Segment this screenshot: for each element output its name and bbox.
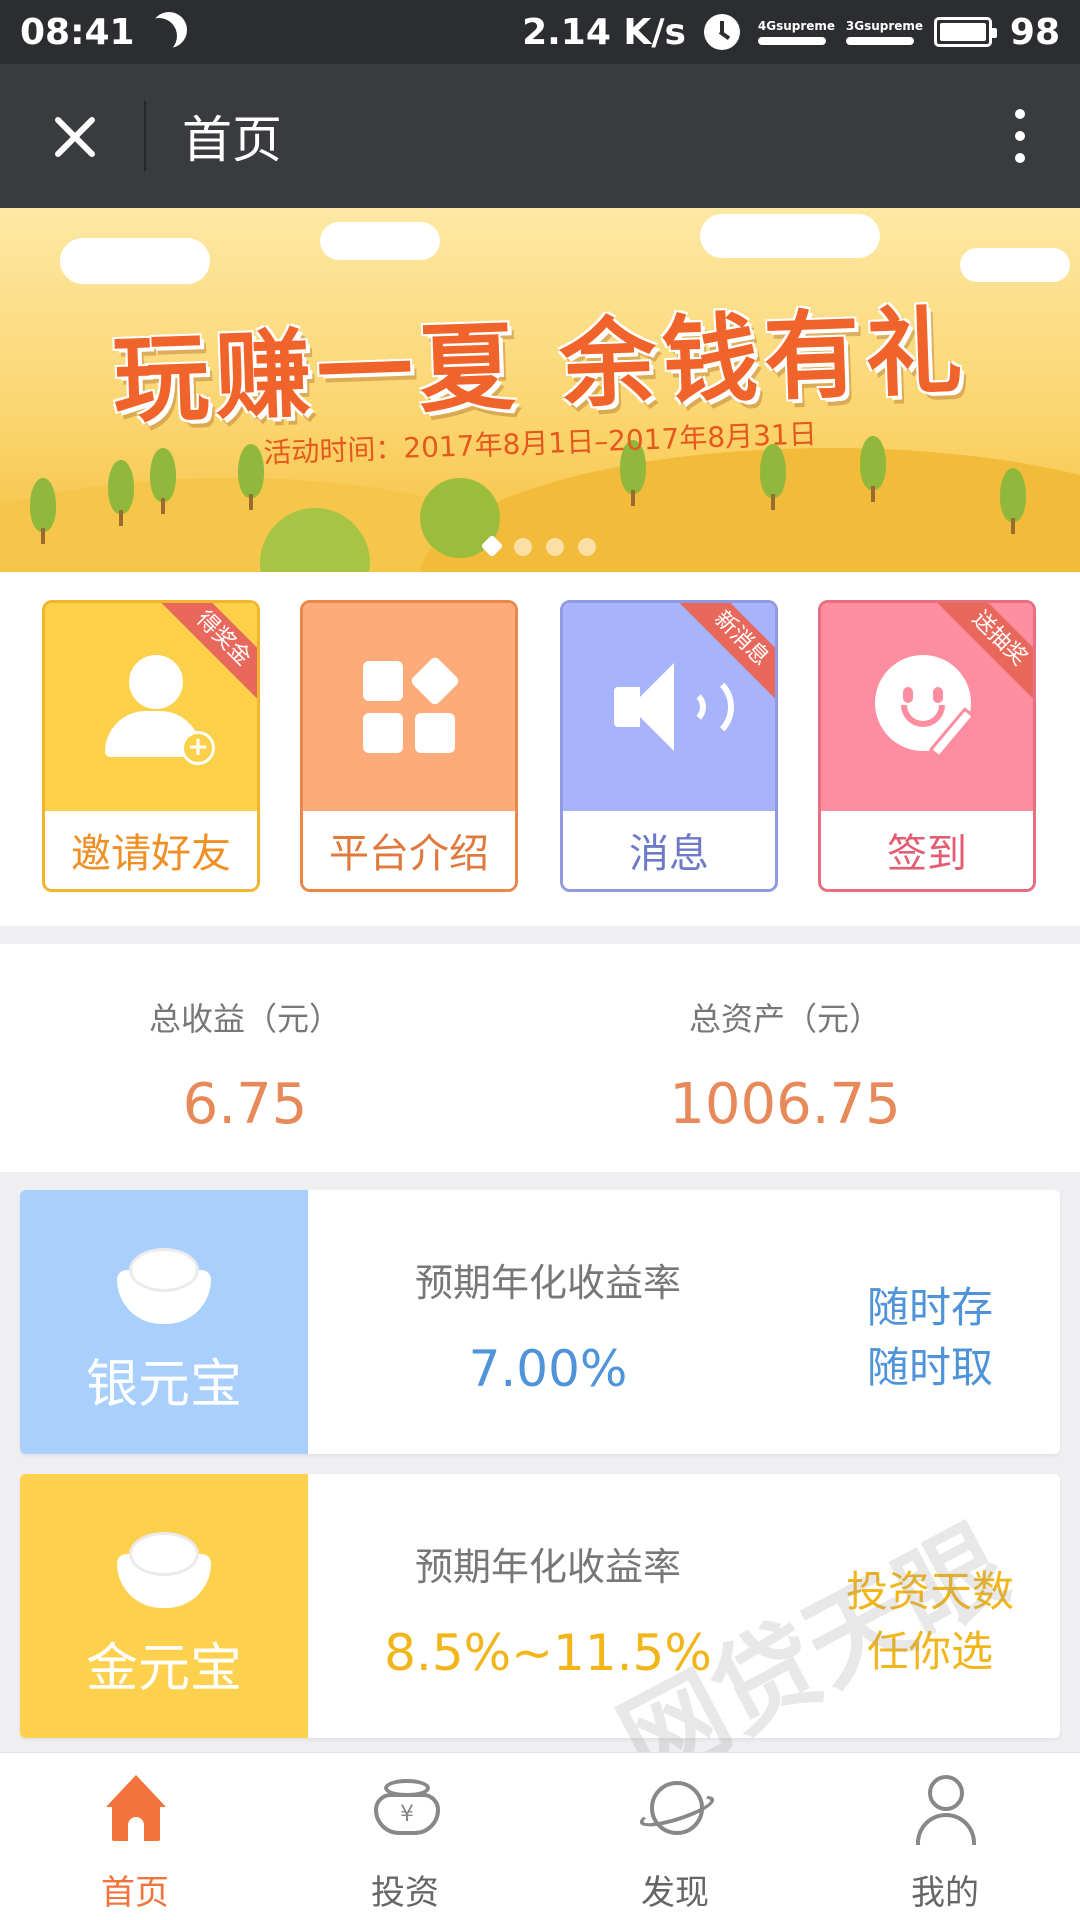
- product-badge: 银元宝: [20, 1190, 308, 1454]
- title-divider: [144, 101, 146, 171]
- signal-4g: 4Gsupreme: [757, 19, 835, 45]
- invite-friends-button[interactable]: + 得奖金 邀请好友: [42, 600, 260, 892]
- product-rate: 8.5%~11.5%: [384, 1624, 712, 1682]
- moon-icon: [141, 18, 177, 54]
- feature-grid: + 得奖金 邀请好友 平台介绍 新消息 消息 送抽奖 签到: [0, 572, 1080, 926]
- tree-decoration: [1000, 468, 1026, 534]
- status-indicators: 2.14 K/s 4Gsupreme 3Gsupreme 98: [522, 12, 1060, 53]
- total-income-value: 6.75: [182, 1072, 308, 1137]
- more-menu-button[interactable]: [980, 64, 1060, 208]
- product-card-silver[interactable]: 银元宝 预期年化收益率 7.00% 随时存 随时取: [20, 1190, 1060, 1454]
- total-assets-value: 1006.75: [669, 1072, 901, 1137]
- product-tagline: 投资天数 任你选: [800, 1562, 1060, 1682]
- tab-home[interactable]: 首页: [0, 1753, 270, 1920]
- add-user-icon: +: [99, 655, 215, 765]
- carousel-indicator: [0, 534, 1080, 558]
- tab-invest[interactable]: ¥ 投资: [270, 1753, 540, 1920]
- tab-discover[interactable]: 发现: [540, 1753, 810, 1920]
- feature-icon-area: [303, 603, 515, 811]
- total-income: 总收益（元） 6.75: [0, 994, 540, 1137]
- messages-button[interactable]: 新消息 消息: [560, 600, 778, 892]
- account-summary: 总收益（元） 6.75 总资产（元） 1006.75: [0, 944, 1080, 1172]
- cloud-decoration: [700, 214, 880, 258]
- signal-3g: 3Gsupreme: [845, 19, 923, 45]
- ingot-icon: [117, 1532, 211, 1610]
- ingot-icon: [117, 1248, 211, 1326]
- product-tagline: 随时存 随时取: [800, 1278, 1060, 1398]
- carousel-dot[interactable]: [546, 538, 564, 556]
- product-rate: 7.00%: [468, 1340, 628, 1398]
- tab-label: 首页: [101, 1873, 169, 1913]
- cloud-decoration: [60, 238, 210, 284]
- page-title: 首页: [182, 111, 282, 169]
- product-card-gold[interactable]: 金元宝 预期年化收益率 8.5%~11.5% 投资天数 任你选: [20, 1474, 1060, 1738]
- carousel-dot[interactable]: [578, 538, 596, 556]
- total-assets-label: 总资产（元）: [688, 1000, 881, 1038]
- product-badge: 金元宝: [20, 1474, 308, 1738]
- close-button[interactable]: [0, 64, 144, 208]
- battery-icon: [933, 17, 997, 47]
- signal-4g-label: 4Gsupreme: [757, 19, 836, 33]
- tree-decoration: [30, 478, 56, 544]
- cloud-decoration: [320, 222, 440, 260]
- product-tag-line: 任你选: [866, 1627, 993, 1676]
- title-bar: 首页: [0, 64, 1080, 208]
- promo-banner[interactable]: 玩赚一夏 余钱有礼 活动时间：2017年8月1日–2017年8月31日: [0, 208, 1080, 572]
- product-name: 银元宝: [85, 1355, 242, 1415]
- tab-label: 发现: [641, 1873, 709, 1913]
- product-tag-line: 随时存: [866, 1283, 993, 1332]
- total-assets: 总资产（元） 1006.75: [540, 994, 1080, 1137]
- product-rate-label: 预期年化收益率: [414, 1545, 681, 1589]
- discover-icon: [636, 1775, 718, 1845]
- network-speed: 2.14 K/s: [522, 11, 686, 53]
- feature-label: 邀请好友: [45, 811, 257, 889]
- home-icon: [100, 1775, 170, 1845]
- platform-intro-button[interactable]: 平台介绍: [300, 600, 518, 892]
- carousel-dot[interactable]: [514, 538, 532, 556]
- product-rate-label: 预期年化收益率: [414, 1261, 681, 1305]
- product-name: 金元宝: [85, 1639, 242, 1699]
- tab-mine[interactable]: 我的: [810, 1753, 1080, 1920]
- check-in-button[interactable]: 送抽奖 签到: [818, 600, 1036, 892]
- grid-icon: [363, 655, 461, 753]
- bottom-tab-bar: 首页 ¥ 投资 发现 我的: [0, 1752, 1080, 1920]
- alarm-clock-icon: [703, 14, 740, 50]
- feature-label: 签到: [821, 811, 1033, 889]
- feature-label: 消息: [563, 811, 775, 889]
- signal-3g-label: 3Gsupreme: [845, 19, 924, 33]
- feature-label: 平台介绍: [303, 811, 515, 889]
- status-bar: 08:41 2.14 K/s 4Gsupreme 3Gsupreme 98: [0, 0, 1080, 64]
- invest-icon: ¥: [370, 1775, 440, 1845]
- carousel-dot-active[interactable]: [480, 534, 504, 558]
- battery-level: 98: [1009, 11, 1060, 53]
- product-tag-line: 投资天数: [845, 1567, 1014, 1616]
- speaker-icon: [614, 657, 734, 757]
- signal-bar-icon: [757, 37, 826, 45]
- smile-sign-icon: [875, 655, 979, 759]
- total-income-label: 总收益（元）: [148, 1000, 341, 1038]
- product-tag-line: 随时取: [866, 1343, 993, 1392]
- tab-label: 我的: [911, 1873, 979, 1913]
- user-icon: [910, 1775, 980, 1845]
- signal-bar-icon: [845, 37, 914, 45]
- status-time: 08:41: [20, 11, 135, 53]
- tab-label: 投资: [371, 1873, 439, 1913]
